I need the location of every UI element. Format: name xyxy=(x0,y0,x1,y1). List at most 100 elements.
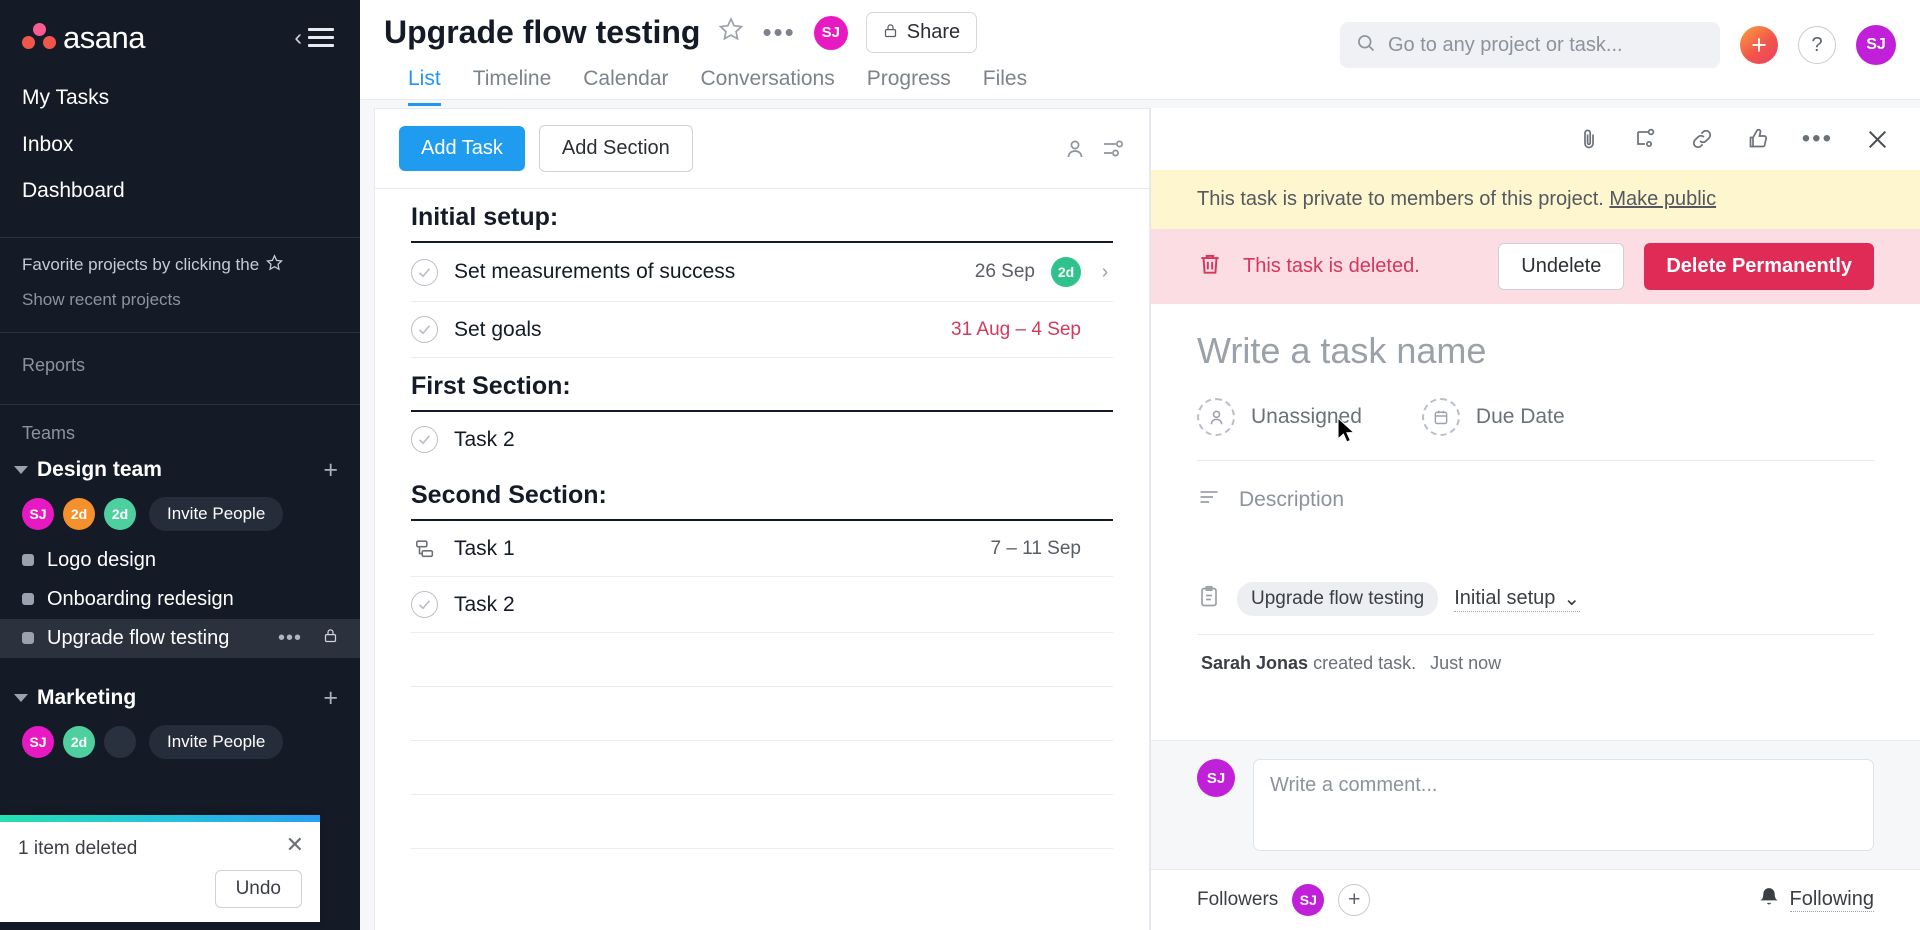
project-more-menu-icon[interactable]: ••• xyxy=(762,19,795,44)
avatar[interactable]: 2d xyxy=(104,497,136,530)
team-header-design[interactable]: Design team + xyxy=(0,452,360,489)
make-public-link[interactable]: Make public xyxy=(1609,188,1716,210)
sidebar-item-inbox[interactable]: Inbox xyxy=(0,122,360,169)
table-row[interactable]: Task 2 xyxy=(411,412,1113,467)
task-name-input[interactable]: Write a task name xyxy=(1197,330,1874,390)
avatar[interactable]: SJ xyxy=(22,497,54,530)
check-circle-icon[interactable] xyxy=(411,316,438,343)
empty-task-row[interactable] xyxy=(411,687,1113,741)
favorite-hint-text: Favorite projects by clicking the xyxy=(22,254,260,274)
task-name: Set measurements of success xyxy=(454,260,736,283)
following-toggle[interactable]: Following xyxy=(1758,886,1874,914)
tab-conversations[interactable]: Conversations xyxy=(701,67,835,106)
delete-permanently-button[interactable]: Delete Permanently xyxy=(1644,243,1874,290)
sidebar-project-upgrade-flow-testing[interactable]: Upgrade flow testing ••• xyxy=(0,618,360,658)
section-header[interactable]: First Section: xyxy=(411,358,1113,412)
sidebar-section-teams: Teams xyxy=(22,422,76,443)
activity-story: Sarah Jonas created task. Just now xyxy=(1197,635,1874,688)
favorite-star-icon[interactable] xyxy=(718,16,744,49)
sidebar-item-dashboard[interactable]: Dashboard xyxy=(0,168,360,215)
invite-people-button-marketing[interactable]: Invite People xyxy=(149,724,284,759)
undelete-button[interactable]: Undelete xyxy=(1498,243,1625,290)
more-options-icon[interactable]: ••• xyxy=(1802,127,1833,151)
assignee-filter-icon[interactable] xyxy=(1063,137,1087,161)
avatar[interactable]: 2d xyxy=(63,725,95,758)
add-task-button[interactable]: Add Task xyxy=(399,126,525,171)
tab-list[interactable]: List xyxy=(408,67,441,106)
empty-task-row[interactable] xyxy=(411,633,1113,687)
description-field[interactable]: Description xyxy=(1197,461,1874,524)
table-row[interactable]: Task 1 7 – 11 Sep xyxy=(411,521,1113,577)
check-circle-icon[interactable] xyxy=(411,591,438,618)
avatar: SJ xyxy=(1197,759,1235,797)
project-tag[interactable]: Upgrade flow testing xyxy=(1237,582,1439,616)
table-row[interactable]: Set goals 31 Aug – 4 Sep xyxy=(411,302,1113,358)
close-icon[interactable] xyxy=(1865,127,1890,152)
comment-composer: SJ Write a comment... xyxy=(1151,740,1920,869)
tab-files[interactable]: Files xyxy=(983,67,1027,106)
task-due-date[interactable]: 31 Aug – 4 Sep xyxy=(951,319,1081,341)
section-selector[interactable]: Initial setup ⌄ xyxy=(1454,586,1581,612)
tab-progress[interactable]: Progress xyxy=(867,67,951,106)
task-due-date[interactable]: 26 Sep xyxy=(975,261,1035,283)
avatar-placeholder[interactable] xyxy=(104,725,136,758)
search-placeholder: Go to any project or task... xyxy=(1388,33,1623,56)
add-section-button[interactable]: Add Section xyxy=(538,125,693,172)
avatar[interactable]: SJ xyxy=(22,725,54,758)
user-avatar[interactable]: SJ xyxy=(1856,25,1896,65)
avatar[interactable]: SJ xyxy=(1292,884,1325,916)
project-dot-icon xyxy=(22,554,34,567)
sidebar-section-reports[interactable]: Reports xyxy=(0,333,360,398)
subtask-icon[interactable] xyxy=(411,535,438,562)
team-header-marketing[interactable]: Marketing + xyxy=(0,680,360,717)
asana-wordmark: asana xyxy=(63,20,145,55)
show-recent-projects-link[interactable]: Show recent projects xyxy=(0,280,360,326)
avatar[interactable]: 2d xyxy=(1051,257,1081,287)
invite-people-button-design[interactable]: Invite People xyxy=(149,496,284,531)
due-date-field[interactable]: Due Date xyxy=(1421,398,1565,436)
assignee-field[interactable]: Unassigned xyxy=(1197,398,1362,436)
main-area: Upgrade flow testing ••• SJ Share List T… xyxy=(360,0,1920,930)
search-input[interactable]: Go to any project or task... xyxy=(1340,22,1720,68)
project-more-icon[interactable]: ••• xyxy=(278,627,302,650)
quick-add-button[interactable]: + xyxy=(1740,26,1778,64)
help-button[interactable]: ? xyxy=(1798,26,1836,64)
task-due-date[interactable]: 7 – 11 Sep xyxy=(990,538,1081,560)
sidebar-item-my-tasks[interactable]: My Tasks xyxy=(0,75,360,122)
like-icon[interactable] xyxy=(1746,127,1770,151)
sidebar-project-onboarding-redesign[interactable]: Onboarding redesign xyxy=(0,580,360,619)
empty-task-row[interactable] xyxy=(411,795,1113,849)
section-tag-label: Initial setup xyxy=(1454,587,1556,609)
section-header[interactable]: Second Section: xyxy=(411,467,1113,521)
collapse-sidebar-button[interactable]: ‹ xyxy=(294,26,334,49)
table-row[interactable]: Set measurements of success 26 Sep 2d › xyxy=(411,243,1113,302)
undo-toast: 1 item deleted ✕ Undo xyxy=(0,815,320,922)
project-label: Logo design xyxy=(47,548,156,571)
sort-filter-icon[interactable] xyxy=(1101,137,1125,161)
comment-input[interactable]: Write a comment... xyxy=(1253,759,1874,851)
empty-task-row[interactable] xyxy=(411,741,1113,795)
sidebar-project-logo-design[interactable]: Logo design xyxy=(0,541,360,580)
check-circle-icon[interactable] xyxy=(411,426,438,453)
add-follower-button[interactable]: + xyxy=(1338,884,1371,916)
triangle-down-icon xyxy=(14,694,28,703)
avatar[interactable]: SJ xyxy=(813,15,848,50)
tab-calendar[interactable]: Calendar xyxy=(583,67,668,106)
attachment-icon[interactable] xyxy=(1578,127,1602,151)
add-project-design-icon[interactable]: + xyxy=(323,457,338,483)
subtask-icon[interactable] xyxy=(1634,127,1658,151)
avatar[interactable]: 2d xyxy=(63,497,95,530)
tab-timeline[interactable]: Timeline xyxy=(473,67,552,106)
section-header[interactable]: Initial setup: xyxy=(411,189,1113,243)
link-icon[interactable] xyxy=(1690,127,1714,151)
close-icon[interactable]: ✕ xyxy=(286,834,304,856)
undo-button[interactable]: Undo xyxy=(214,870,302,908)
description-label: Description xyxy=(1239,487,1345,511)
add-project-marketing-icon[interactable]: + xyxy=(323,685,338,711)
table-row[interactable]: Task 2 xyxy=(411,577,1113,633)
chevron-right-icon[interactable]: › xyxy=(1097,261,1113,284)
share-button[interactable]: Share xyxy=(865,12,978,53)
check-circle-icon[interactable] xyxy=(411,258,438,286)
project-label: Upgrade flow testing xyxy=(47,626,230,649)
asana-logo[interactable]: asana xyxy=(22,22,145,53)
